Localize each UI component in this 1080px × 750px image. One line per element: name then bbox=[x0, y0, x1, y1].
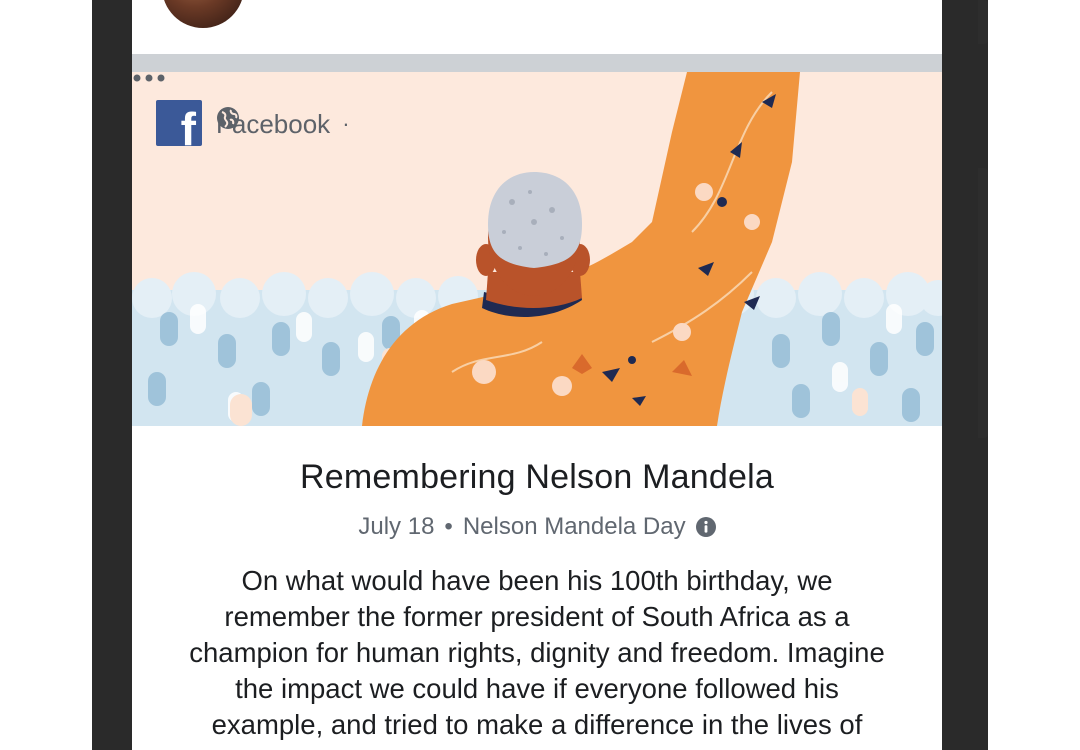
facebook-logo-glyph: f bbox=[180, 103, 196, 155]
avatar[interactable] bbox=[162, 0, 244, 28]
event-name: Nelson Mandela Day bbox=[462, 513, 686, 540]
feed-separator bbox=[132, 54, 942, 72]
post-body: Remembering Nelson Mandela July 18 • Nel… bbox=[132, 426, 942, 750]
more-icon[interactable] bbox=[132, 72, 166, 84]
hero-illustration[interactable]: f Facebook · bbox=[132, 72, 942, 426]
globe-icon[interactable] bbox=[216, 106, 240, 130]
post-meta: July 18 • Nelson Mandela Day bbox=[132, 513, 942, 541]
info-icon[interactable] bbox=[695, 517, 716, 537]
post-date: July 18 bbox=[358, 513, 435, 540]
facebook-logo[interactable]: f bbox=[156, 100, 202, 152]
meta-separator-dot: • bbox=[444, 513, 453, 540]
phone-side-button bbox=[978, 168, 988, 438]
separator-dot: · bbox=[342, 111, 350, 136]
previous-post-card bbox=[132, 0, 942, 54]
post-source: Facebook · bbox=[216, 106, 360, 142]
phone-side-button bbox=[978, 0, 988, 44]
post-title: Remembering Nelson Mandela bbox=[300, 458, 774, 496]
post-description: On what would have been his 100th birthd… bbox=[189, 565, 885, 750]
phone-screenshot: f Facebook · Remembering Nelson Mandela bbox=[0, 0, 1080, 750]
phone-screen: f Facebook · Remembering Nelson Mandela bbox=[132, 0, 942, 750]
